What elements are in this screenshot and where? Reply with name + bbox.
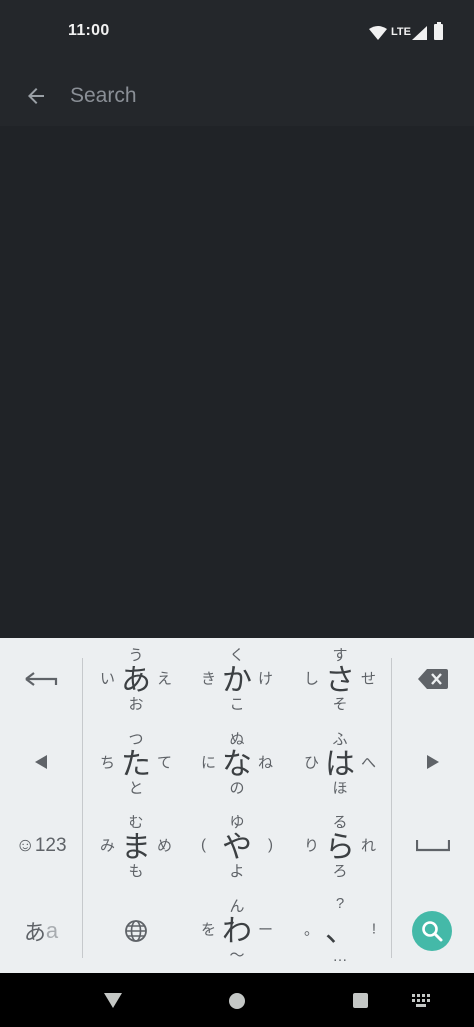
flick-left: を bbox=[201, 921, 217, 939]
flick-down: よ bbox=[229, 863, 245, 880]
flick-left: ひ bbox=[304, 754, 320, 772]
search-bar bbox=[0, 66, 474, 126]
emoji-number-label: ☺123 bbox=[15, 835, 67, 856]
kana-key-ha[interactable]: ふ ひ は へ ほ bbox=[290, 722, 390, 804]
flick-left: り bbox=[304, 837, 320, 855]
flick-right: れ bbox=[360, 837, 376, 855]
flick-right: ー bbox=[257, 921, 273, 939]
flick-right: め bbox=[156, 837, 172, 855]
flick-left: い bbox=[100, 670, 116, 688]
flick-left: み bbox=[100, 837, 116, 855]
flick-down: と bbox=[128, 780, 144, 797]
flick-right: け bbox=[257, 670, 273, 688]
results-area bbox=[0, 126, 474, 638]
network-type: LTE bbox=[391, 26, 411, 38]
japanese-keyboard: ☺123 あa う い あ え お く き か け こ す し さ せ そ つ … bbox=[0, 638, 474, 973]
space-icon bbox=[416, 840, 450, 852]
flick-down: ほ bbox=[332, 780, 348, 797]
triangle-left-icon bbox=[35, 755, 47, 769]
key-divider bbox=[82, 658, 83, 958]
flick-down: も bbox=[128, 863, 144, 880]
undo-key[interactable] bbox=[0, 638, 82, 720]
kana-key-na[interactable]: ぬ に な ね の bbox=[187, 722, 287, 804]
backspace-key[interactable] bbox=[392, 638, 474, 720]
flick-left: し bbox=[304, 670, 320, 688]
globe-key[interactable] bbox=[86, 889, 186, 973]
flick-right: ね bbox=[257, 754, 273, 772]
flick-left: き bbox=[201, 670, 217, 688]
globe-icon bbox=[125, 920, 147, 942]
battery-icon bbox=[434, 22, 443, 40]
nav-recents-icon[interactable] bbox=[353, 993, 368, 1008]
flick-right: ) bbox=[268, 836, 273, 854]
flick-right: へ bbox=[360, 754, 376, 772]
kana-key-ka[interactable]: く き か け こ bbox=[187, 638, 287, 720]
flick-left: ち bbox=[100, 754, 116, 772]
flick-down: … bbox=[332, 948, 348, 965]
punctuation-key[interactable]: ? 。 、 ! … bbox=[290, 889, 390, 971]
status-bar: 11:00 LTE bbox=[0, 0, 474, 66]
search-icon bbox=[422, 921, 443, 942]
space-key[interactable] bbox=[392, 804, 474, 888]
keyboard-switch-icon[interactable] bbox=[412, 994, 432, 1008]
undo-arrow-icon bbox=[25, 672, 58, 686]
backspace-icon bbox=[418, 669, 448, 689]
flick-down: 〜 bbox=[229, 947, 245, 964]
flick-left: ( bbox=[201, 836, 206, 854]
flick-right: せ bbox=[360, 670, 376, 688]
flick-left: 。 bbox=[304, 921, 320, 939]
flick-down: お bbox=[128, 696, 144, 713]
cursor-right-key[interactable] bbox=[392, 720, 474, 804]
flick-right: ! bbox=[371, 920, 376, 938]
flick-right: て bbox=[156, 754, 172, 772]
kana-key-a[interactable]: う い あ え お bbox=[86, 638, 186, 720]
kana-key-ta[interactable]: つ ち た て と bbox=[86, 722, 186, 804]
kana-key-ya[interactable]: ゆ ( や ) よ bbox=[187, 805, 287, 887]
wifi-icon bbox=[369, 26, 387, 40]
signal-icon bbox=[412, 26, 427, 40]
triangle-right-icon bbox=[427, 755, 439, 769]
emoji-number-key[interactable]: ☺123 bbox=[0, 804, 82, 888]
status-time: 11:00 bbox=[68, 22, 110, 39]
flick-down: の bbox=[229, 780, 245, 797]
arrow-left-icon[interactable] bbox=[24, 84, 48, 108]
kana-center: 、 bbox=[325, 915, 355, 949]
input-mode-key[interactable]: あa bbox=[0, 888, 82, 973]
flick-down: そ bbox=[332, 696, 348, 713]
kana-key-ma[interactable]: む み ま め も bbox=[86, 805, 186, 887]
mode-alpha-label: a bbox=[45, 917, 59, 943]
cursor-left-key[interactable] bbox=[0, 720, 82, 804]
search-enter-key[interactable] bbox=[412, 911, 452, 951]
kana-key-wa[interactable]: ん を わ ー 〜 bbox=[187, 889, 287, 971]
mode-kana-label: あ bbox=[23, 919, 46, 945]
flick-right: え bbox=[156, 670, 172, 688]
nav-back-icon[interactable] bbox=[104, 993, 122, 1008]
flick-left: に bbox=[201, 754, 217, 772]
flick-down: こ bbox=[229, 696, 245, 713]
navigation-bar bbox=[0, 973, 474, 1027]
nav-home-icon[interactable] bbox=[229, 993, 245, 1009]
flick-down: ろ bbox=[332, 863, 348, 880]
kana-key-ra[interactable]: る り ら れ ろ bbox=[290, 805, 390, 887]
search-input[interactable] bbox=[70, 78, 450, 114]
kana-key-sa[interactable]: す し さ せ そ bbox=[290, 638, 390, 720]
